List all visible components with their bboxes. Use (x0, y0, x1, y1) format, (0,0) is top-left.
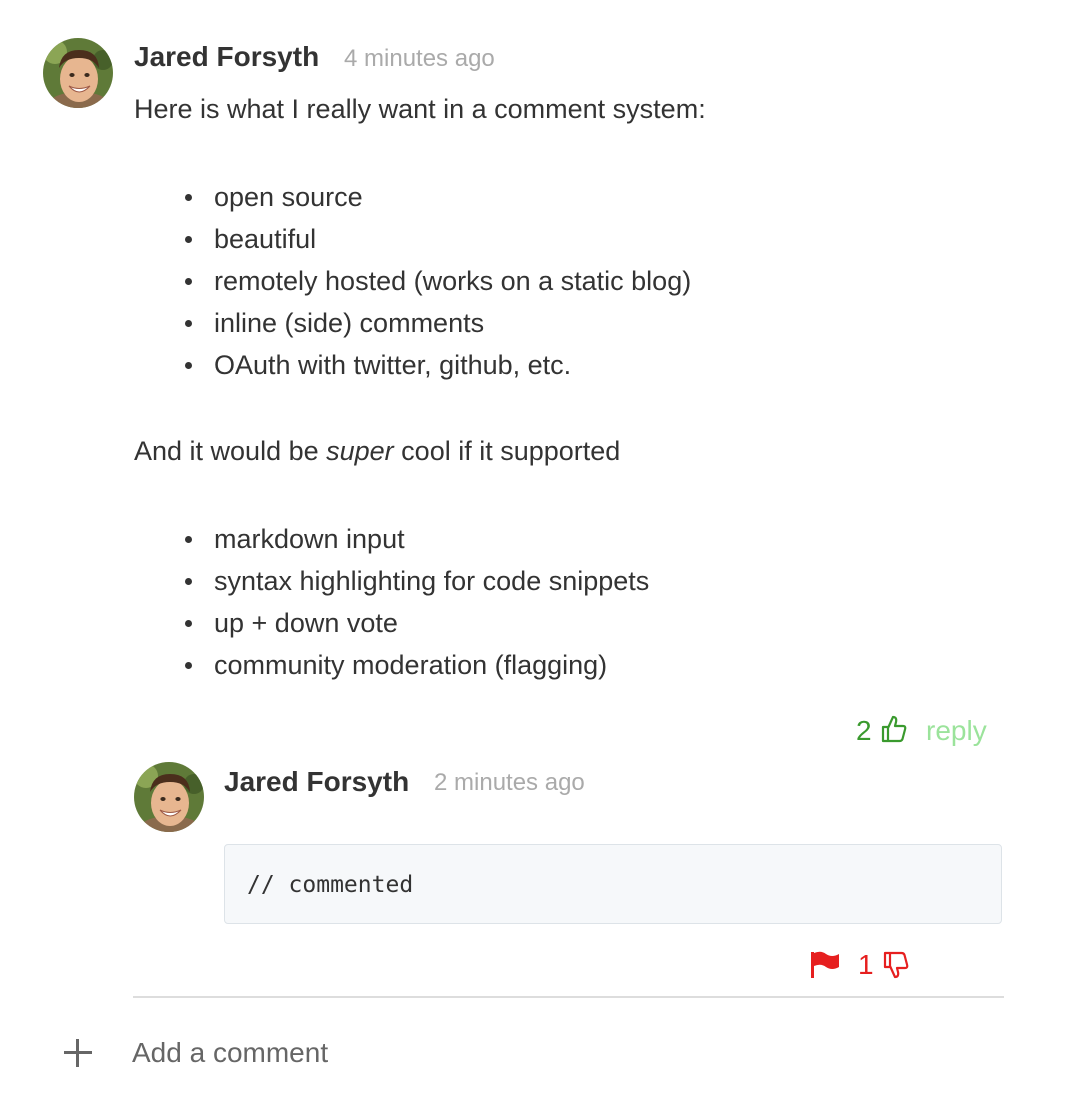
list-item: up + down vote (184, 602, 649, 644)
wants-list: open source beautiful remotely hosted (w… (184, 176, 691, 386)
comment-extra-text: And it would be super cool if it support… (134, 436, 620, 467)
reply-avatar[interactable] (134, 762, 204, 832)
downvote-count: 1 (858, 949, 874, 980)
list-item: open source (184, 176, 691, 218)
list-item: OAuth with twitter, github, etc. (184, 344, 691, 386)
avatar-image (134, 762, 204, 832)
nice-to-have-list: markdown input syntax highlighting for c… (184, 518, 649, 686)
list-item: syntax highlighting for code snippets (184, 560, 649, 602)
add-comment-button[interactable]: Add a comment (132, 1037, 328, 1069)
reply-timestamp: 2 minutes ago (434, 769, 585, 796)
thumbs-up-icon[interactable] (880, 714, 908, 749)
list-item: remotely hosted (works on a static blog) (184, 260, 691, 302)
code-text: // commented (247, 872, 414, 898)
code-block: // commented (224, 844, 1002, 924)
emphasis-text: super (326, 436, 394, 466)
extra-text-end: cool if it supported (393, 436, 621, 466)
reply-link[interactable]: reply (926, 715, 987, 747)
plus-icon[interactable] (64, 1039, 92, 1067)
list-item: community moderation (flagging) (184, 644, 649, 686)
comment-timestamp: 4 minutes ago (344, 45, 495, 72)
upvote-count: 2 (856, 715, 872, 746)
divider (133, 996, 1004, 998)
list-item: beautiful (184, 218, 691, 260)
avatar-image (43, 38, 113, 108)
avatar[interactable] (43, 38, 113, 108)
comment-author[interactable]: Jared Forsyth (134, 41, 319, 73)
list-item: inline (side) comments (184, 302, 691, 344)
comment-intro-text: Here is what I really want in a comment … (134, 94, 706, 124)
reply-author[interactable]: Jared Forsyth (224, 766, 409, 798)
list-item: markdown input (184, 518, 649, 560)
extra-text-start: And it would be (134, 436, 327, 466)
flag-icon[interactable] (810, 951, 840, 984)
thumbs-down-icon[interactable] (882, 950, 910, 985)
